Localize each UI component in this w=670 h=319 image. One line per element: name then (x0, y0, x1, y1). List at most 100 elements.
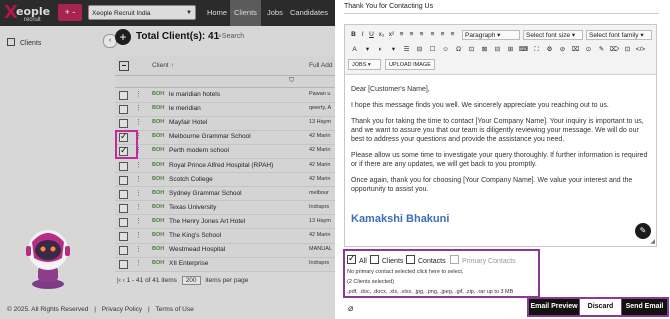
client-name[interactable]: Melbourne Grammar School (169, 133, 251, 140)
toolbar-button[interactable]: ≡ (448, 30, 457, 40)
row-checkbox[interactable] (119, 189, 128, 199)
primary-contact-notice[interactable]: No primary contact selected click here t… (347, 269, 463, 275)
client-name[interactable]: le maridian hotels (169, 91, 220, 98)
sidebar-item-clients[interactable]: Clients (7, 38, 41, 47)
toolbar-button[interactable]: ⊟ (492, 45, 503, 55)
toolbar-button[interactable]: ≡ (428, 30, 437, 40)
toolbar-button[interactable]: x₂ (377, 30, 386, 40)
toolbar-button[interactable]: ≡ (397, 30, 406, 40)
row-menu-icon[interactable]: ⋮ (135, 175, 142, 183)
font-family-select[interactable]: Select font family ▾ (586, 30, 652, 40)
table-row[interactable]: ⋮ BOH Westmead Hospital MANUAL (115, 243, 335, 258)
contacts-checkbox[interactable]: Contacts (406, 255, 446, 265)
table-row[interactable]: ⋮ BOH XII Enterprise Indraprs (115, 257, 335, 272)
client-name[interactable]: Perth modern school (169, 147, 229, 154)
toolbar-button[interactable]: B (349, 30, 358, 40)
toolbar-button[interactable]: ⊙ (583, 45, 594, 55)
table-row[interactable]: ⋮ BOH Royal Prince Alfred Hospital (RPAH) 4… (115, 159, 335, 173)
toolbar-button[interactable]: ▾ (362, 45, 373, 55)
clients-checkbox[interactable]: Clients (370, 255, 403, 265)
toolbar-button[interactable]: ⊞ (505, 45, 516, 55)
toolbar-button[interactable]: ☐ (427, 45, 438, 55)
toolbar-button[interactable]: ≡ (438, 30, 447, 40)
client-name[interactable]: Mayfair Hotel (169, 119, 207, 126)
client-name[interactable]: The King's School (169, 232, 221, 239)
row-checkbox[interactable] (119, 217, 128, 227)
table-row[interactable]: ⋮ BOH The King's School 42 Marin (115, 229, 335, 244)
toolbar-button[interactable]: I (358, 30, 367, 40)
page-size-select[interactable]: 200 (181, 276, 201, 285)
toolbar-button[interactable]: ⚙ (544, 45, 555, 55)
subject-field[interactable]: Thank You for Contacting Us (344, 3, 433, 10)
primary-contacts-checkbox[interactable]: Primary Contacts (450, 255, 516, 265)
row-menu-icon[interactable]: ⋮ (135, 118, 142, 126)
toolbar-button[interactable]: A (349, 45, 360, 55)
row-menu-icon[interactable]: ⋮ (135, 259, 142, 267)
toolbar-button[interactable]: ⊡ (466, 45, 477, 55)
toolbar-button[interactable]: ⌧ (570, 45, 581, 55)
table-row[interactable]: ⋮ BOH Scotch College 42 Marin (115, 173, 335, 188)
client-name[interactable]: XII Enterprise (169, 260, 208, 267)
toolbar-button[interactable]: ⊡ (622, 45, 633, 55)
row-menu-icon[interactable]: ⋮ (135, 90, 142, 98)
toolbar-button[interactable]: ✎ (596, 45, 607, 55)
toolbar-button[interactable]: ▾ (388, 45, 399, 55)
toolbar-button[interactable]: x² (387, 30, 396, 40)
toolbar-button[interactable]: ◐ (375, 45, 386, 55)
toolbar-button[interactable]: ⊟ (414, 45, 425, 55)
toolbar-button[interactable]: U (367, 30, 376, 40)
organization-select[interactable]: Xeople Recruit India ▼ (88, 5, 196, 20)
table-row[interactable]: ⋮ BOH Mayfair Hotel 13 Haym (115, 116, 335, 131)
table-row[interactable]: ⋮ BOH The Henry Jones Art Hotel 13 Haym (115, 215, 335, 230)
row-checkbox[interactable] (119, 203, 128, 213)
column-header-client[interactable]: Client ↑ (152, 62, 174, 69)
toolbar-button[interactable]: </> (635, 45, 646, 55)
toolbar-button[interactable]: ⊘ (557, 45, 568, 55)
toolbar-button[interactable]: ☺ (440, 45, 451, 55)
send-email-button[interactable]: Send Email (622, 299, 667, 315)
row-checkbox[interactable] (119, 260, 128, 270)
column-header-full-address[interactable]: Full Add (309, 62, 333, 69)
row-menu-icon[interactable]: ⋮ (135, 245, 142, 253)
quick-add-button[interactable]: + - (58, 4, 82, 21)
paragraph-format-select[interactable]: Paragraph ▾ (462, 30, 520, 40)
client-name[interactable]: Texas University (169, 204, 216, 211)
row-checkbox[interactable] (119, 232, 128, 241)
row-checkbox[interactable] (119, 246, 128, 256)
row-menu-icon[interactable]: ⋮ (135, 203, 142, 211)
table-row[interactable]: ⋮ BOH le meridian qwerty, A (115, 102, 335, 117)
row-menu-icon[interactable]: ⋮ (135, 231, 142, 239)
search-input[interactable]: ⌕Search (218, 33, 244, 41)
upload-image-button[interactable]: UPLOAD IMAGE (385, 59, 435, 70)
client-name[interactable]: Scotch College (169, 176, 213, 183)
paperclip-icon[interactable]: ⌀ (348, 303, 353, 314)
toolbar-button[interactable]: ≡ (407, 30, 416, 40)
email-body[interactable]: Dear [Customer's Name], I hope this mess… (351, 85, 651, 201)
toolbar-button[interactable]: Ω (453, 45, 464, 55)
nav-clients[interactable]: Clients (230, 0, 261, 26)
add-client-button[interactable]: + (115, 29, 131, 45)
client-name[interactable]: Sydney Grammar School (169, 190, 242, 197)
select-all-checkbox[interactable] (119, 61, 129, 71)
toolbar-button[interactable]: ≡ (417, 30, 426, 40)
email-preview-button[interactable]: Email Preview (529, 299, 579, 315)
toolbar-button[interactable]: ⌨ (518, 45, 529, 55)
table-row[interactable]: ⋮ BOH Texas University Indraprs (115, 201, 335, 216)
row-menu-icon[interactable]: ⋮ (135, 161, 142, 169)
row-checkbox[interactable] (119, 119, 128, 129)
nav-jobs[interactable]: Jobs (263, 0, 287, 26)
toolbar-button[interactable]: ⛶ (531, 45, 542, 55)
pager-prev-icon[interactable]: |‹ ‹ (117, 277, 125, 284)
resize-handle-icon[interactable]: ◢ (650, 238, 655, 245)
font-size-select[interactable]: Select font size ▾ (523, 30, 583, 40)
discard-button[interactable]: Discard (580, 299, 621, 315)
toolbar-button[interactable]: ⌦ (609, 45, 620, 55)
row-checkbox[interactable] (119, 105, 128, 115)
table-row[interactable]: ⋮BOHPerth modern school42 Marin (115, 144, 335, 159)
table-row[interactable]: ⋮ BOH le maridian hotels Pawan u (115, 88, 335, 103)
nav-home[interactable]: Home (203, 0, 231, 26)
all-checkbox[interactable]: All (347, 253, 367, 265)
assistant-mascot-icon[interactable] (22, 220, 74, 292)
privacy-policy-link[interactable]: Privacy Policy (102, 306, 142, 313)
row-checkbox[interactable] (119, 175, 128, 185)
